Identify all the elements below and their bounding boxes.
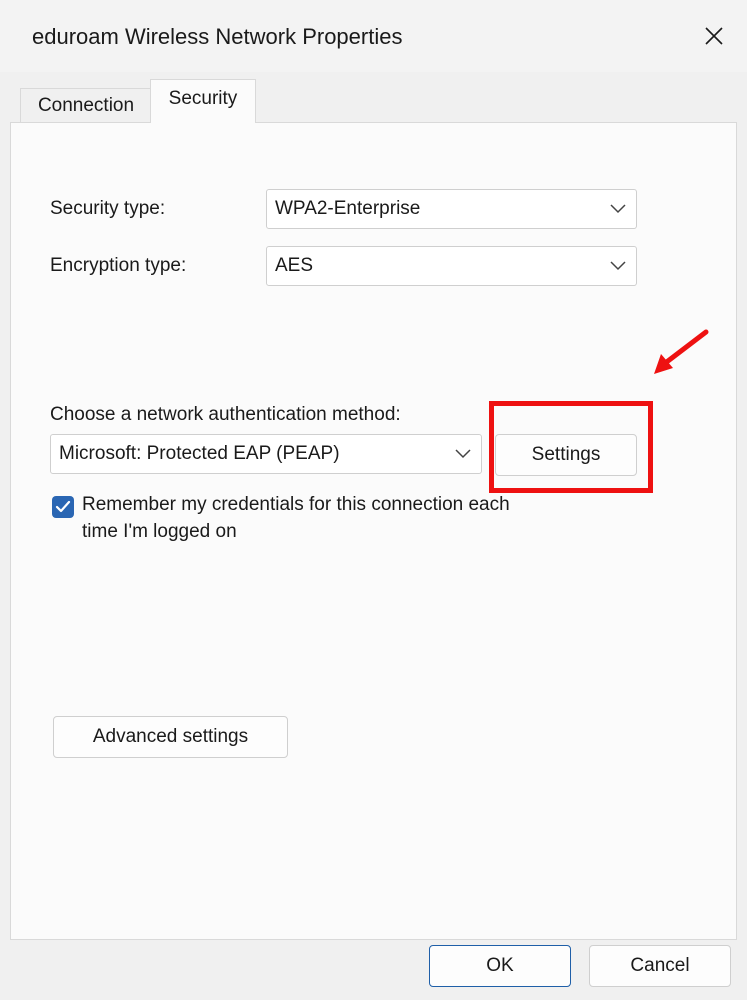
security-type-value: WPA2-Enterprise [275, 198, 421, 219]
encryption-type-value: AES [275, 255, 314, 276]
remember-credentials-label-line2: time I'm logged on [82, 521, 237, 542]
tab-security[interactable]: Security [150, 79, 256, 123]
auth-method-value: Microsoft: Protected EAP (PEAP) [59, 443, 340, 464]
remember-credentials-checkbox[interactable] [52, 496, 74, 518]
title-bar: eduroam Wireless Network Properties [0, 0, 747, 72]
chevron-down-icon [455, 449, 471, 459]
advanced-settings-button[interactable]: Advanced settings [53, 716, 288, 758]
ok-button[interactable]: OK [429, 945, 571, 987]
settings-button[interactable]: Settings [495, 434, 637, 476]
security-type-label: Security type: [50, 198, 166, 219]
chevron-down-icon [610, 204, 626, 214]
tab-connection-label: Connection [37, 95, 135, 116]
annotation-arrow-icon [654, 329, 709, 374]
checkmark-icon [55, 500, 71, 513]
window-title: eduroam Wireless Network Properties [32, 24, 403, 49]
auth-method-label: Choose a network authentication method: [50, 404, 401, 425]
close-button[interactable] [690, 12, 738, 60]
auth-method-dropdown[interactable]: Microsoft: Protected EAP (PEAP) [50, 434, 482, 474]
close-icon [705, 27, 723, 45]
encryption-type-dropdown[interactable]: AES [266, 246, 637, 286]
encryption-type-label: Encryption type: [50, 255, 187, 276]
chevron-down-icon [610, 261, 626, 271]
cancel-button[interactable]: Cancel [589, 945, 731, 987]
security-type-dropdown[interactable]: WPA2-Enterprise [266, 189, 637, 229]
remember-credentials-label-line1: Remember my credentials for this connect… [82, 494, 510, 515]
tab-security-label: Security [168, 88, 238, 109]
tab-connection[interactable]: Connection [20, 88, 152, 123]
